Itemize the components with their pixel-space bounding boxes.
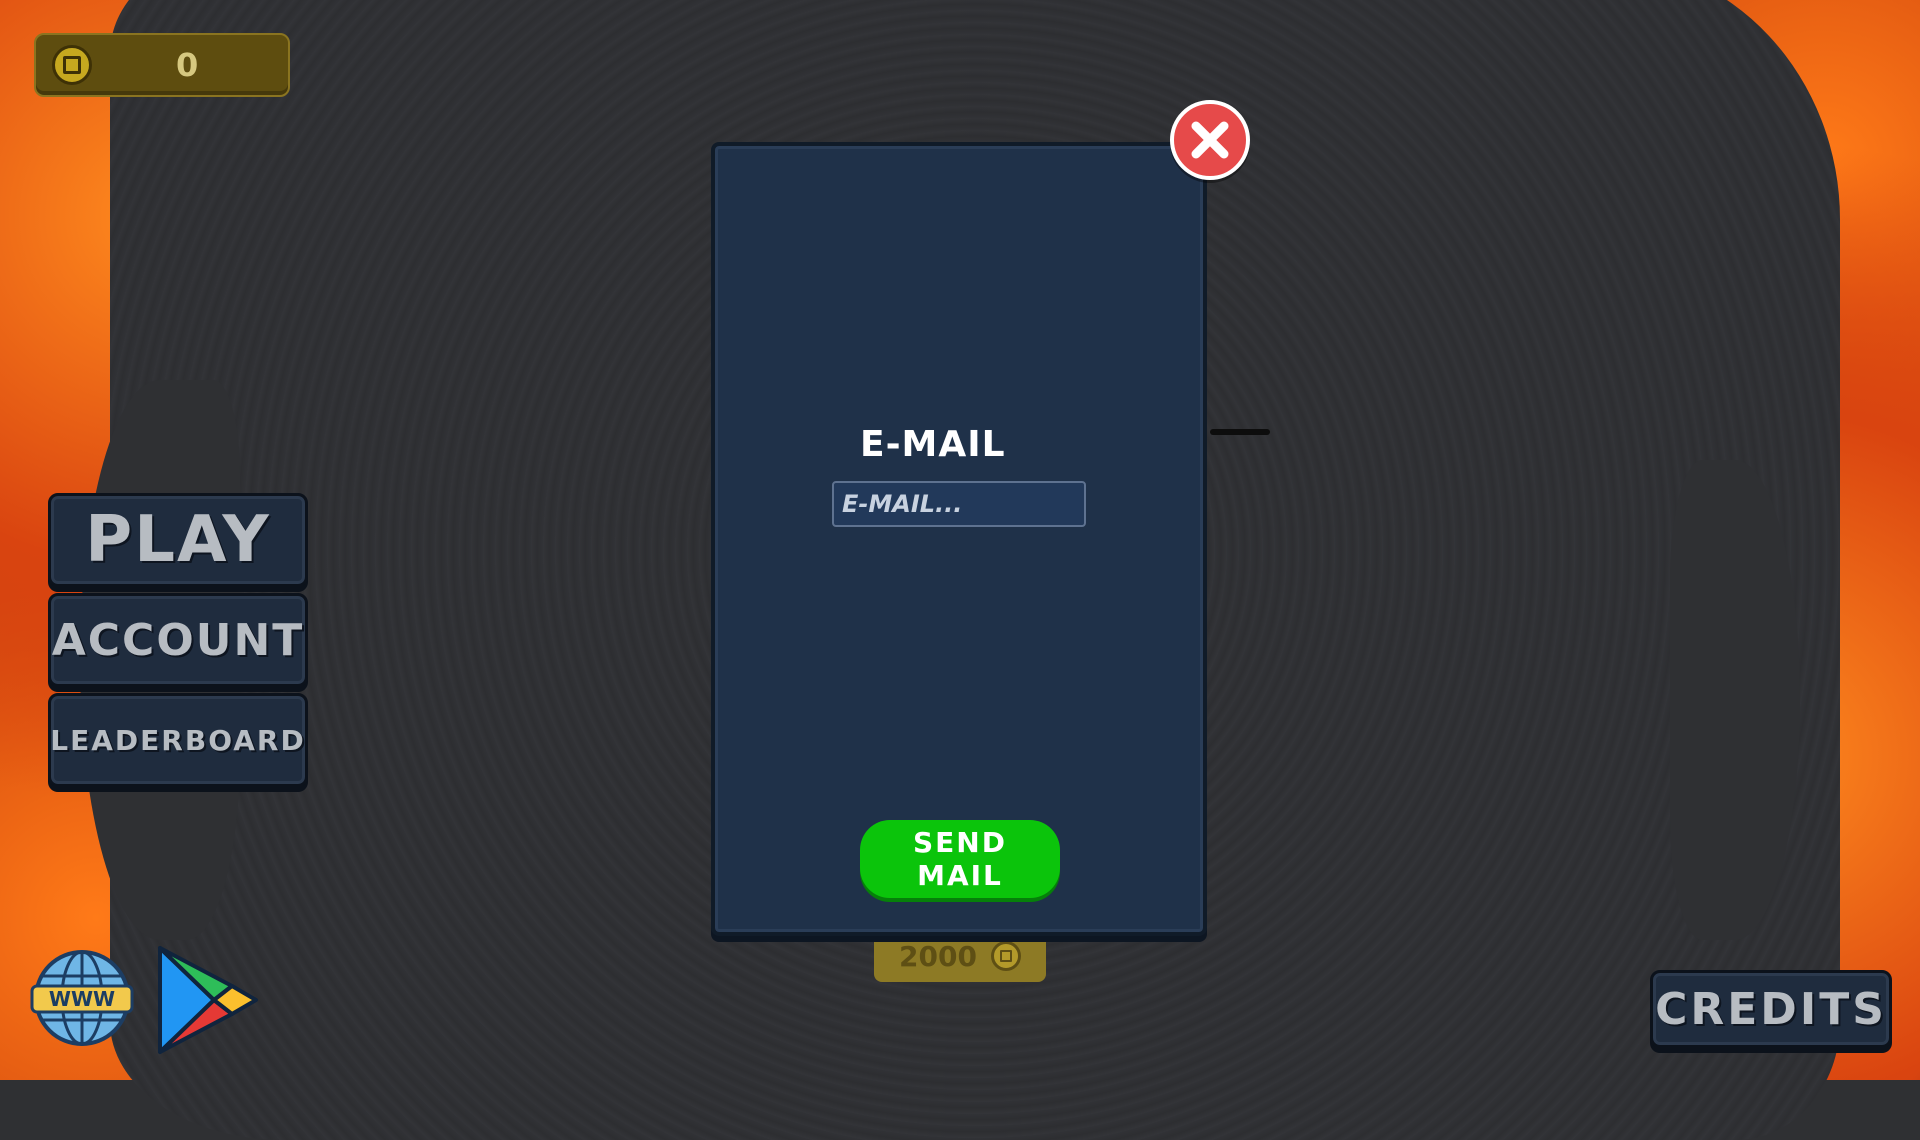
- email-input[interactable]: [832, 481, 1086, 527]
- email-dialog: [711, 142, 1207, 936]
- account-button[interactable]: ACCOUNT: [48, 593, 308, 687]
- close-button[interactable]: [1170, 100, 1250, 180]
- coin-icon: [990, 941, 1021, 971]
- price-value: 2000: [899, 939, 977, 973]
- website-link[interactable]: WWW: [28, 948, 136, 1048]
- credits-button[interactable]: CREDITS: [1650, 970, 1892, 1048]
- coin-icon: [52, 45, 92, 85]
- google-play-icon: [158, 946, 258, 1054]
- globe-icon: WWW: [30, 950, 134, 1046]
- dialog-title: E-MAIL: [860, 424, 1006, 465]
- coin-counter: 0: [34, 33, 290, 97]
- send-mail-button[interactable]: SEND MAIL: [860, 820, 1060, 898]
- close-icon: [1191, 121, 1229, 159]
- www-label: WWW: [49, 987, 115, 1011]
- leaderboard-button[interactable]: LEADERBOARD: [48, 693, 308, 787]
- play-button[interactable]: PLAY: [48, 493, 308, 587]
- google-play-link[interactable]: [152, 942, 262, 1058]
- price-tag: 2000: [874, 930, 1046, 982]
- coin-count: 0: [176, 46, 199, 84]
- player-stick: [1210, 429, 1270, 435]
